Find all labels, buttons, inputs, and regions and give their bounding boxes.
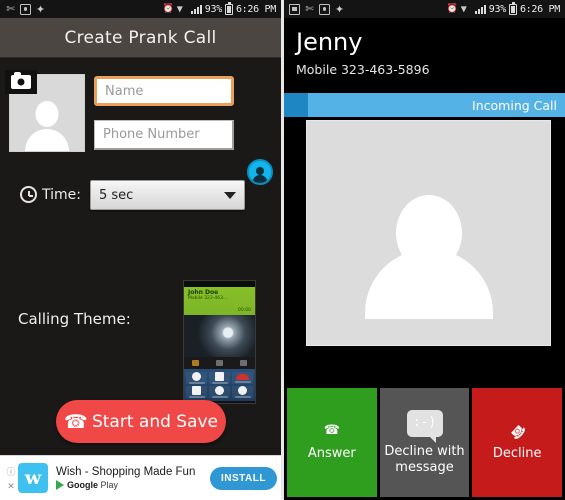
preview-top-actions <box>184 357 255 369</box>
preview-call-controls <box>184 369 255 401</box>
right-status-info: ⏰ ▼ 93% 6:26 PM <box>446 2 560 15</box>
incoming-call-label: Incoming Call <box>472 97 557 113</box>
decline-label: Decline <box>492 446 542 461</box>
message-bubble-icon: :-) <box>406 409 443 443</box>
ad-text: Wish - Shopping Made Fun Google Play <box>56 466 210 490</box>
alarm-icon: ⏰ <box>162 3 174 14</box>
preview-caller-sub: Mobile 323-463... <box>188 296 228 301</box>
time-select-value: 5 sec <box>99 187 134 203</box>
decline-with-message-button[interactable]: :-) Decline with message <box>379 388 470 497</box>
dropbox-icon: ✦ <box>35 2 46 16</box>
phone-handset-icon: ☎ <box>63 410 88 433</box>
time-select[interactable]: 5 sec <box>90 180 245 210</box>
right-status-bar: ✄ ✦ ⏰ ▼ 93% 6:26 PM <box>284 0 565 18</box>
battery-percent: 93% <box>488 3 506 15</box>
person-silhouette-icon <box>21 95 73 151</box>
battery-icon <box>508 2 517 15</box>
decline-button[interactable]: ☎ Decline <box>472 388 563 497</box>
right-status-icons: ✄ ✦ <box>289 2 447 16</box>
page-title: Create Prank Call <box>64 28 217 48</box>
left-phone-screen: ✄ ✦ ⏰ ▼ 93% 6:26 PM Create Prank Call Na… <box>0 0 281 500</box>
preview-mute <box>209 386 230 398</box>
start-and-save-button[interactable]: ☎ Start and Save <box>56 400 226 443</box>
incoming-call-header: Jenny Mobile 323-463-5896 <box>284 18 565 83</box>
phone-input-placeholder: Phone Number <box>103 127 200 142</box>
preview-speaker <box>186 386 207 398</box>
ad-app-icon: w <box>18 463 48 493</box>
preview-caller-name: John Doe <box>188 289 219 296</box>
status-clock: 6:26 PM <box>235 3 276 15</box>
caller-photo <box>306 120 551 346</box>
screenshot-icon <box>289 3 300 15</box>
ad-store-row: Google Play <box>56 480 210 490</box>
phone-number-input[interactable]: Phone Number <box>94 120 234 150</box>
preview-bluetooth <box>232 386 253 398</box>
camera-icon <box>20 3 31 15</box>
person-silhouette-icon <box>354 195 504 345</box>
battery-percent: 93% <box>204 3 222 15</box>
scissors-icon: ✄ <box>305 3 314 15</box>
close-icon[interactable]: ✕ <box>7 482 15 492</box>
status-clock: 6:26 PM <box>519 3 560 15</box>
chevron-down-icon <box>224 191 236 199</box>
ad-store-prefix: Google <box>67 480 98 490</box>
wifi-icon: ▼ <box>176 3 183 15</box>
contact-person-icon[interactable] <box>247 159 273 185</box>
call-action-bar: ☎ Answer :-) Decline with message ☎ Decl… <box>284 388 565 500</box>
ad-install-button[interactable]: INSTALL <box>210 466 277 490</box>
preview-add-call <box>186 372 207 384</box>
ad-store-suffix: Play <box>100 480 119 490</box>
wifi-icon: ▼ <box>460 3 467 15</box>
preview-end-call <box>232 372 253 384</box>
left-status-icons: ✄ ✦ <box>5 2 163 16</box>
incoming-call-banner: Incoming Call <box>284 93 565 117</box>
left-status-bar: ✄ ✦ ⏰ ▼ 93% 6:26 PM <box>0 0 281 18</box>
camera-icon <box>319 3 330 15</box>
caller-number: Mobile 323-463-5896 <box>296 62 430 77</box>
signal-bars-icon <box>474 4 486 14</box>
google-play-icon <box>56 480 64 490</box>
scissors-icon: ✄ <box>6 3 15 15</box>
caller-name: Jenny <box>296 28 363 56</box>
answer-button[interactable]: ☎ Answer <box>287 388 377 497</box>
name-input[interactable]: Name <box>94 76 234 106</box>
name-input-placeholder: Name <box>105 83 144 99</box>
start-and-save-label: Start and Save <box>91 411 219 432</box>
phone-handset-icon: ☎ <box>323 423 340 438</box>
right-phone-screen: ✄ ✦ ⏰ ▼ 93% 6:26 PM Jenny Mobile 323-463… <box>284 0 565 500</box>
alarm-clock-icon <box>20 186 37 203</box>
app-title-bar: Create Prank Call <box>0 18 281 58</box>
preview-keypad <box>209 372 230 384</box>
calling-theme-preview[interactable]: John Doe Mobile 323-463... 00:00 <box>183 280 256 404</box>
preview-caller-photo <box>184 315 255 357</box>
battery-icon <box>224 2 233 15</box>
dual-screenshot: ✄ ✦ ⏰ ▼ 93% 6:26 PM Create Prank Call Na… <box>0 0 565 500</box>
answer-label: Answer <box>307 446 356 461</box>
left-status-info: ⏰ ▼ 93% 6:26 PM <box>162 2 276 15</box>
camera-icon[interactable] <box>5 70 37 94</box>
time-label: Time: <box>42 186 81 203</box>
calling-theme-label: Calling Theme: <box>18 310 131 328</box>
decline-with-message-label: Decline with message <box>384 443 465 475</box>
dropbox-icon: ✦ <box>334 2 345 16</box>
preview-caller-time: 00:00 <box>238 308 251 313</box>
phone-hangup-icon: ☎ <box>506 420 529 443</box>
ad-marks: ⓘ ✕ <box>4 465 18 492</box>
time-row: Time: <box>20 186 81 203</box>
info-icon[interactable]: ⓘ <box>6 465 15 478</box>
ad-banner[interactable]: ⓘ ✕ w Wish - Shopping Made Fun Google Pl… <box>0 455 281 500</box>
signal-bars-icon <box>190 4 202 14</box>
preview-caller-header: John Doe Mobile 323-463... 00:00 <box>184 287 255 315</box>
create-prank-call-form: Name Phone Number Time: 5 sec Calling Th… <box>0 58 281 500</box>
alarm-icon: ⏰ <box>446 3 458 14</box>
ad-title: Wish - Shopping Made Fun <box>56 466 196 478</box>
